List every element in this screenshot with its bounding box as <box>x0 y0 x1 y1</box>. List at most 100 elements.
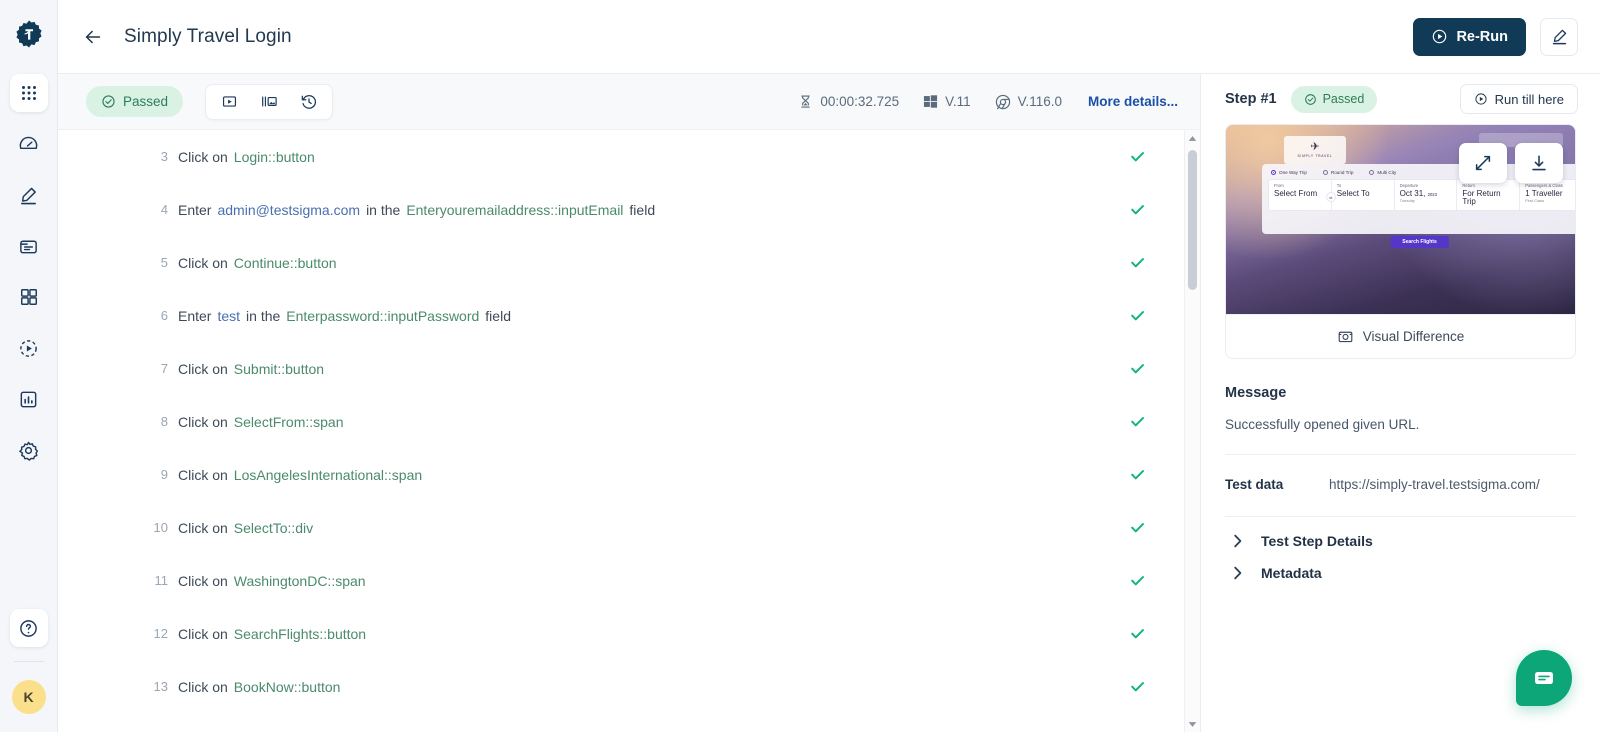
accordion-metadata[interactable]: Metadata <box>1225 549 1576 581</box>
sidebar-item-create-edit[interactable] <box>10 176 48 214</box>
step-row[interactable]: 9 Click on LosAngelesInternational::span <box>58 448 1184 501</box>
step-action: Click on <box>178 254 228 271</box>
expand-screenshot-button[interactable] <box>1459 143 1507 183</box>
visual-difference-label: Visual Difference <box>1362 329 1465 344</box>
scroll-down-arrow[interactable] <box>1185 716 1201 732</box>
visual-difference-button[interactable]: Visual Difference <box>1226 314 1575 358</box>
sidebar-item-test-suites[interactable] <box>10 278 48 316</box>
rerun-button[interactable]: Re-Run <box>1413 17 1526 56</box>
step-action: Click on <box>178 519 228 536</box>
step-number: 3 <box>160 149 168 164</box>
step-status-check <box>1129 254 1146 271</box>
step-row[interactable]: 5 Click on Continue::button <box>58 236 1184 289</box>
app-logo[interactable] <box>0 8 58 60</box>
video-recording-button[interactable] <box>212 87 246 117</box>
play-circle-icon <box>20 339 37 357</box>
chevron-right-icon <box>1233 534 1243 548</box>
chat-widget-button[interactable] <box>1516 650 1572 706</box>
duration-value: 00:00:32.725 <box>820 94 900 109</box>
scrollbar-thumb[interactable] <box>1188 150 1197 290</box>
step-element: SearchFlights::button <box>233 625 367 642</box>
step-row[interactable]: 12 Click on SearchFlights::button <box>58 607 1184 660</box>
step-status-check <box>1129 466 1146 483</box>
trip-type-label: Multi City <box>1377 170 1397 175</box>
download-screenshot-button[interactable] <box>1515 143 1563 183</box>
step-text: Enter admin@testsigma.com in the Enteryoure… <box>178 202 655 218</box>
pencil-icon <box>1552 29 1566 45</box>
accordion-label: Metadata <box>1261 565 1322 581</box>
screenshot-card: ✈ SIMPLY TRAVEL One Way Trip Round Trip … <box>1225 124 1576 359</box>
check-icon <box>1131 523 1144 533</box>
sidebar-item-dashboard[interactable] <box>10 125 48 163</box>
step-details-body: ✈ SIMPLY TRAVEL One Way Trip Round Trip … <box>1201 124 1600 732</box>
step-action: Enter <box>178 307 212 324</box>
sidebar-item-reports[interactable] <box>10 380 48 418</box>
video-play-icon <box>222 96 236 107</box>
sidebar-item-test-cases[interactable] <box>10 227 48 265</box>
sidebar-item-apps-grid[interactable] <box>9 74 48 112</box>
step-row[interactable]: 10 Click on SelectTo::div <box>58 501 1184 554</box>
test-data-row: Test data https://simply-travel.testsigm… <box>1225 477 1576 492</box>
step-row[interactable]: 13 Click on BookNow::button <box>58 660 1184 713</box>
field-value: Select To <box>1336 189 1370 198</box>
step-row[interactable]: 6 Enter test in the Enterpassword::inputPass… <box>58 289 1184 342</box>
step-action: Click on <box>178 413 228 430</box>
step-status-check <box>1129 413 1146 430</box>
step-number: 8 <box>160 414 168 429</box>
run-till-here-button[interactable]: Run till here <box>1459 84 1578 114</box>
screenshot-compare-button[interactable] <box>252 87 286 117</box>
chevron-up-icon <box>1188 135 1197 141</box>
step-action: Click on <box>178 466 228 483</box>
run-status-badge[interactable]: Passed <box>86 86 184 117</box>
step-status-check <box>1129 572 1146 589</box>
grid-dots-icon <box>21 86 36 100</box>
field-value: Select From <box>1274 189 1318 198</box>
os-meta: V.11 <box>923 94 971 109</box>
step-status-check <box>1129 201 1146 218</box>
step-status-check <box>1129 360 1146 377</box>
sidebar-item-run-plans[interactable] <box>10 329 48 367</box>
more-details-link[interactable]: More details... <box>1088 94 1178 109</box>
chevron-down-icon <box>1188 721 1197 727</box>
step-status-badge[interactable]: Passed <box>1290 85 1378 113</box>
field-label: From <box>1274 183 1284 188</box>
run-status-label: Passed <box>123 94 169 109</box>
preview-search-flights-button: Search Flights <box>1390 236 1449 248</box>
check-icon <box>1131 470 1144 480</box>
steps-scrollbar[interactable] <box>1184 130 1200 732</box>
step-row[interactable]: 7 Click on Submit::button <box>58 342 1184 395</box>
gear-icon <box>19 441 39 461</box>
check-icon <box>1131 152 1144 162</box>
step-row[interactable]: 8 Click on SelectFrom::span <box>58 395 1184 448</box>
step-number: 11 <box>154 573 169 588</box>
camera-icon <box>1338 331 1353 343</box>
sidebar-item-settings[interactable] <box>10 431 48 469</box>
step-row[interactable]: 4 Enter admin@testsigma.com in the Enteryour… <box>58 183 1184 236</box>
edit-button[interactable] <box>1540 17 1578 56</box>
help-button[interactable] <box>9 609 48 647</box>
avatar[interactable]: K <box>11 680 46 714</box>
check-icon <box>1131 311 1144 321</box>
step-text: Click on SearchFlights::button <box>178 626 372 642</box>
step-row[interactable]: 3 Click on Login::button <box>58 130 1184 183</box>
testsigma-gear-logo-icon <box>15 20 42 48</box>
speedometer-icon <box>19 136 38 149</box>
step-number: 4 <box>160 202 168 217</box>
back-button[interactable] <box>76 20 110 54</box>
steps-pane: Passed 00:00:32.725 V.11 V.116.0 More de… <box>58 74 1200 732</box>
chat-bubble-icon <box>1535 672 1553 684</box>
app-root: K Simply Travel Login Re-Run Passed 00:0… <box>0 0 1600 732</box>
page-title: Simply Travel Login <box>124 25 292 47</box>
run-history-button[interactable] <box>292 87 326 117</box>
preview-brand: ✈ SIMPLY TRAVEL <box>1284 136 1346 164</box>
screenshot-preview[interactable]: ✈ SIMPLY TRAVEL One Way Trip Round Trip … <box>1226 125 1575 314</box>
scroll-up-arrow[interactable] <box>1185 130 1201 146</box>
accordion-test-step-details[interactable]: Test Step Details <box>1225 517 1576 549</box>
check-icon <box>1131 682 1144 692</box>
divider <box>1225 454 1576 455</box>
sidebar-nav <box>9 74 48 469</box>
os-version: V.11 <box>945 94 971 109</box>
step-row[interactable]: 11 Click on WashingtonDC::span <box>58 554 1184 607</box>
radio-icon <box>1271 170 1276 175</box>
scrollbar-track[interactable] <box>1185 146 1200 716</box>
